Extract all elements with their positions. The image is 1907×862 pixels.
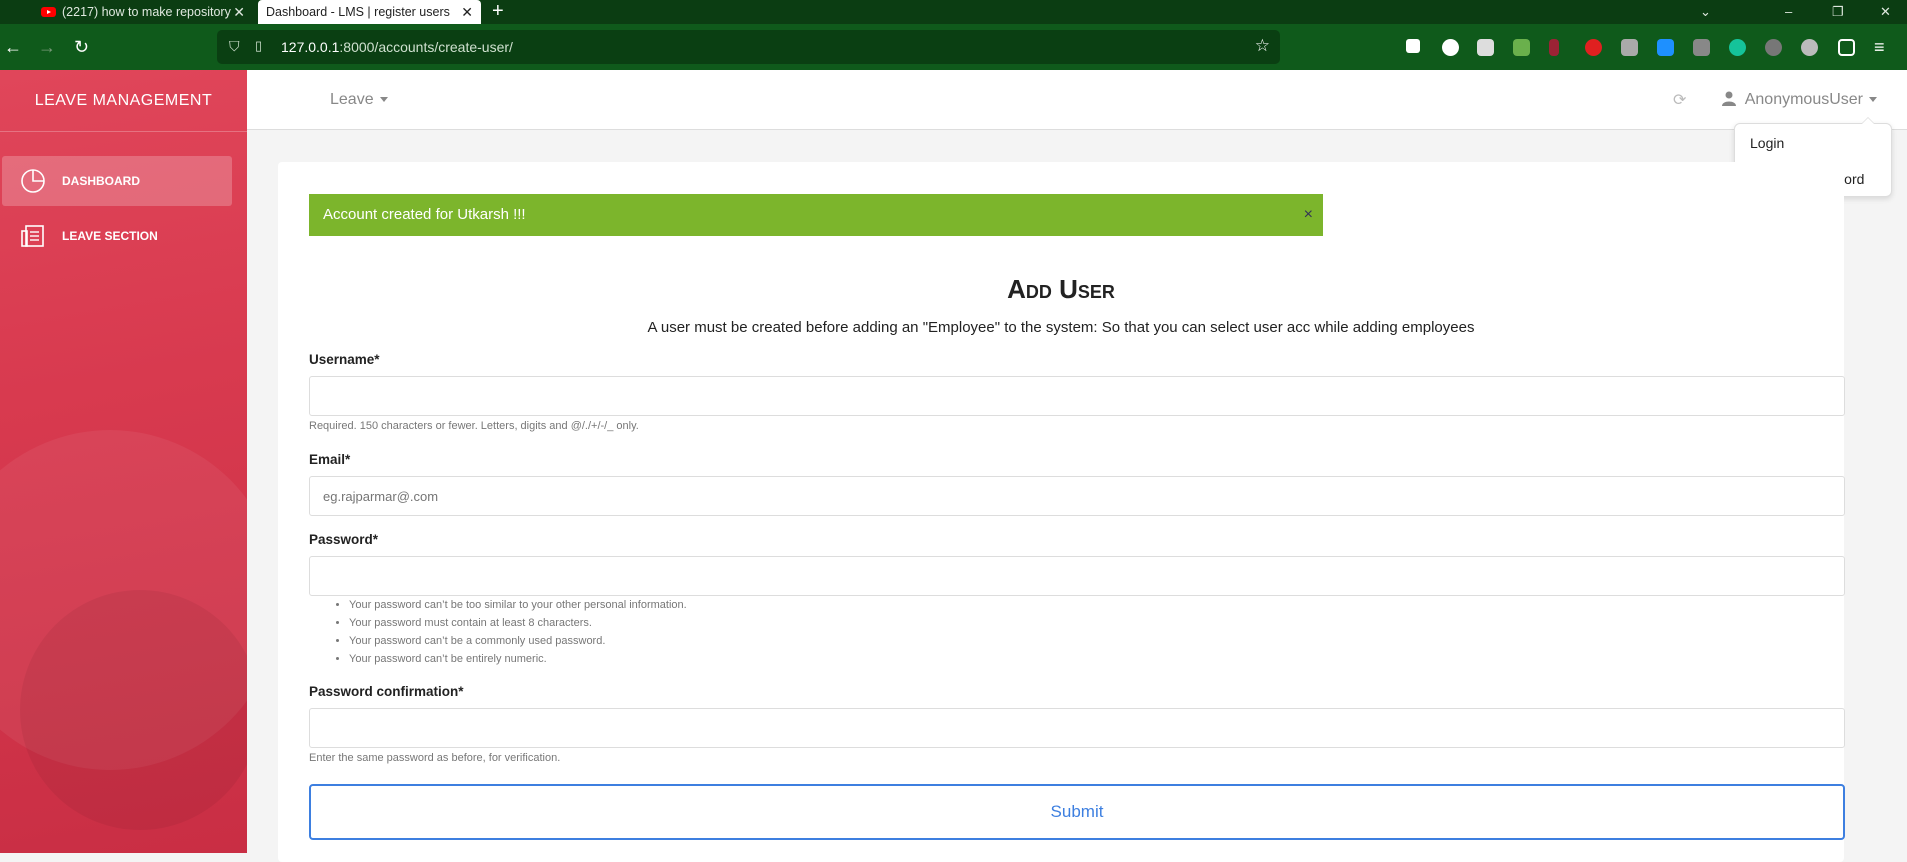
pocket-icon[interactable] [1406, 39, 1420, 53]
extension-icon[interactable] [1621, 39, 1638, 56]
extension-icon[interactable] [1549, 39, 1559, 56]
username-input[interactable] [309, 376, 1845, 416]
extension-icon[interactable] [1513, 39, 1530, 56]
sidebar-item-leave-section[interactable]: LEAVE SECTION [2, 211, 232, 261]
browser-tab-bar: (2217) how to make repository ✕ Dashboar… [0, 0, 1907, 24]
refresh-icon[interactable]: ⟳ [1673, 90, 1686, 110]
browser-tab-youtube[interactable]: (2217) how to make repository ✕ [33, 0, 253, 24]
email-input[interactable] [309, 476, 1845, 516]
user-menu[interactable]: AnonymousUser [1722, 70, 1877, 130]
close-tab-icon[interactable]: ✕ [233, 4, 245, 21]
url-text: 127.0.0.1:8000/accounts/create-user/ [281, 39, 513, 55]
sidebar: LEAVE MANAGEMENT DASHBOARD LEAVE SECTION [0, 70, 247, 853]
page-subtitle: A user must be created before adding an … [647, 319, 1475, 336]
username-label: Username* [309, 352, 380, 367]
close-tab-icon[interactable]: ✕ [461, 4, 473, 21]
leave-menu[interactable]: Leave [330, 70, 388, 130]
page-icon: ▯ [255, 38, 263, 53]
browser-nav-bar: ← → ↻ ⛉ ▯ 127.0.0.1:8000/accounts/create… [0, 24, 1907, 70]
pie-chart-icon [21, 169, 45, 193]
password-rule: Your password can’t be too similar to yo… [349, 596, 687, 614]
password-label: Password* [309, 532, 379, 547]
password-rules: Your password can’t be too similar to yo… [309, 596, 687, 668]
extension-icon[interactable] [1693, 39, 1710, 56]
reload-icon[interactable]: ↻ [74, 24, 89, 70]
url-bar[interactable]: ⛉ ▯ 127.0.0.1:8000/accounts/create-user/… [217, 30, 1280, 64]
bookmark-star-icon[interactable]: ☆ [1255, 36, 1270, 56]
tab-title: Dashboard - LMS | register users [266, 5, 450, 19]
extension-icon[interactable] [1765, 39, 1782, 56]
password-rule: Your password must contain at least 8 ch… [349, 614, 687, 632]
forward-icon[interactable]: → [38, 24, 56, 70]
password-rule: Your password can’t be entirely numeric. [349, 650, 687, 668]
page-title: Add User [1007, 274, 1115, 304]
login-link[interactable]: Login [1750, 135, 1784, 151]
extensions-puzzle-icon[interactable] [1838, 39, 1855, 56]
chevron-down-icon [379, 97, 388, 103]
sidebar-item-dashboard[interactable]: DASHBOARD [2, 156, 232, 206]
email-label: Email* [309, 452, 351, 467]
browser-tab-dashboard[interactable]: Dashboard - LMS | register users ✕ [258, 0, 481, 24]
password-confirm-label: Password confirmation* [309, 684, 464, 699]
sidebar-brand[interactable]: LEAVE MANAGEMENT [0, 70, 247, 132]
chevron-down-icon [1869, 97, 1877, 103]
extension-icon[interactable] [1657, 39, 1674, 56]
globe-icon[interactable] [1801, 39, 1818, 56]
sidebar-item-label: LEAVE SECTION [62, 229, 158, 243]
top-header: Leave ⟳ AnonymousUser [247, 70, 1907, 130]
add-user-card: Account created for Utkarsh !!! × Add Us… [278, 162, 1845, 862]
username-help: Required. 150 characters or fewer. Lette… [309, 420, 639, 432]
restore-icon[interactable]: ❐ [1832, 0, 1844, 24]
tab-list-icon[interactable]: ⌄ [1700, 0, 1711, 24]
extension-icon[interactable] [1585, 39, 1602, 56]
close-window-icon[interactable]: ✕ [1880, 0, 1891, 24]
submit-button[interactable]: Submit [309, 784, 1845, 840]
password-input[interactable] [309, 556, 1845, 596]
back-icon[interactable]: ← [4, 24, 22, 70]
minimize-icon[interactable]: – [1785, 0, 1792, 24]
password-confirm-input[interactable] [309, 708, 1845, 748]
close-alert-icon[interactable]: × [1304, 194, 1313, 236]
shield-icon: ⛉ [229, 38, 240, 54]
user-icon [1722, 91, 1737, 106]
document-icon [21, 225, 44, 247]
success-alert: Account created for Utkarsh !!! × [309, 194, 1323, 236]
sidebar-item-label: DASHBOARD [62, 174, 140, 188]
menu-icon[interactable]: ≡ [1874, 24, 1885, 70]
password-rule: Your password can’t be a commonly used p… [349, 632, 687, 650]
youtube-icon [41, 7, 56, 17]
grammarly-icon[interactable] [1729, 39, 1746, 56]
password-confirm-help: Enter the same password as before, for v… [309, 752, 561, 764]
new-tab-button[interactable]: + [492, 0, 504, 24]
qr-code-icon[interactable] [1477, 39, 1494, 56]
account-icon[interactable] [1442, 39, 1459, 56]
tab-title: (2217) how to make repository [62, 5, 231, 19]
alert-text: Account created for Utkarsh !!! [323, 206, 526, 223]
